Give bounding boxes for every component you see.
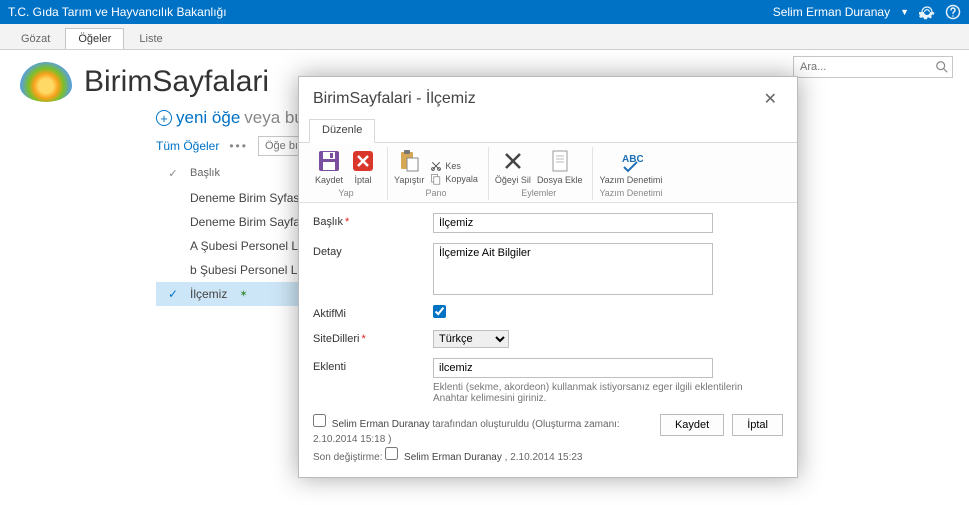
sitedilleri-select[interactable]: Türkçe <box>433 330 509 348</box>
row-check[interactable] <box>166 263 180 277</box>
search-icon[interactable] <box>935 60 949 74</box>
ribbon-tab-list[interactable]: Liste <box>126 28 175 49</box>
ribbon-copy-label: Kopyala <box>445 174 478 184</box>
new-item-rest: veya bu <box>244 108 304 128</box>
ribbon-group-yap: Yap <box>315 188 377 198</box>
ribbon-spellcheck-button[interactable]: ABC Yazım Denetimi <box>599 149 662 185</box>
close-icon[interactable]: ✕ <box>758 87 783 111</box>
audit-info: Selim Erman Duranay tarafından oluşturul… <box>313 414 650 465</box>
detay-textarea[interactable] <box>433 243 713 295</box>
plus-icon: + <box>156 110 172 126</box>
suite-title: T.C. Gıda Tarım ve Hayvancılık Bakanlığı <box>8 5 227 19</box>
row-label: Deneme Birim Syfası <box>190 191 303 205</box>
ribbon-cut-label: Kes <box>445 161 461 171</box>
ribbon-cancel-label: İptal <box>355 175 372 185</box>
field-label-eklenti: Eklenti <box>313 358 433 373</box>
view-allitems[interactable]: Tüm Öğeler <box>156 139 219 153</box>
column-title[interactable]: Başlık <box>190 167 220 179</box>
gear-icon[interactable] <box>919 4 935 20</box>
ribbon-attach-button[interactable]: Dosya Ekle <box>537 149 583 185</box>
ribbon-cut-button[interactable]: Kes <box>430 160 461 172</box>
ribbon-paste-label: Yapıştır <box>394 175 424 185</box>
eklenti-input[interactable] <box>433 358 713 378</box>
modified-label: Son değiştirme: <box>313 452 382 463</box>
ribbon-group-eylemler: Eylemler <box>495 188 583 198</box>
ribbon-spellcheck-label: Yazım Denetimi <box>599 175 662 185</box>
field-label-baslik: Başlık* <box>313 213 433 228</box>
suite-bar: T.C. Gıda Tarım ve Hayvancılık Bakanlığı… <box>0 0 969 24</box>
row-check[interactable]: ✓ <box>166 287 180 301</box>
audit-modified-checkbox[interactable] <box>385 447 398 460</box>
aktif-checkbox[interactable] <box>433 305 446 318</box>
ribbon-delete-button[interactable]: Öğeyi Sil <box>495 149 531 185</box>
view-more-icon[interactable]: ••• <box>229 139 248 153</box>
ribbon-group-pano: Pano <box>394 188 478 198</box>
baslik-input[interactable] <box>433 213 713 233</box>
eklenti-help-text: Eklenti (sekme, akordeon) kullanmak isti… <box>433 382 753 404</box>
dialog-tab-edit[interactable]: Düzenle <box>309 119 375 143</box>
field-label-sitedilleri: SiteDilleri* <box>313 330 433 345</box>
ribbon-copy-button[interactable]: Kopyala <box>430 173 478 185</box>
search-input[interactable] <box>793 56 953 78</box>
page-ribbon: Gözat Öğeler Liste <box>0 24 969 50</box>
ribbon-delete-label: Öğeyi Sil <box>495 175 531 185</box>
audit-created-checkbox[interactable] <box>313 414 326 427</box>
row-check[interactable] <box>166 215 180 229</box>
site-logo[interactable] <box>20 62 72 102</box>
ribbon-save-button[interactable]: Kaydet <box>315 149 343 185</box>
created-by-name: Selim Erman Duranay <box>332 419 430 430</box>
help-icon[interactable] <box>945 4 961 20</box>
field-label-detay: Detay <box>313 243 433 258</box>
save-button[interactable]: Kaydet <box>660 414 724 436</box>
new-item-label: yeni öğe <box>176 108 240 128</box>
edit-item-dialog: BirimSayfalari - İlçemiz ✕ Düzenle Kayde… <box>298 76 798 478</box>
ribbon-cancel-button[interactable]: İptal <box>349 149 377 185</box>
new-badge-icon: ✶ <box>239 289 247 300</box>
dialog-title: BirimSayfalari - İlçemiz <box>313 90 476 108</box>
user-menu[interactable]: Selim Erman Duranay <box>773 5 890 19</box>
ribbon-paste-button[interactable]: Yapıştır <box>394 149 424 185</box>
modified-by-name: Selim Erman Duranay <box>404 452 502 463</box>
ribbon-attach-label: Dosya Ekle <box>537 175 583 185</box>
row-check[interactable] <box>166 239 180 253</box>
search-box <box>793 56 953 78</box>
ribbon-group-spell: Yazım Denetimi <box>599 188 662 198</box>
row-check[interactable] <box>166 191 180 205</box>
page-title: BirimSayfalari <box>84 65 269 99</box>
cancel-button[interactable]: İptal <box>732 414 783 436</box>
chevron-down-icon[interactable]: ▼ <box>900 7 909 17</box>
dialog-ribbon: Kaydet İptal Yap Yapıştır Kes <box>299 143 797 203</box>
modified-at: , 2.10.2014 15:23 <box>505 452 583 463</box>
svg-text:ABC: ABC <box>622 154 643 165</box>
checkmark-icon[interactable]: ✓ <box>166 166 180 180</box>
ribbon-save-label: Kaydet <box>315 175 343 185</box>
ribbon-tab-items[interactable]: Öğeler <box>65 28 124 49</box>
field-label-aktif: AktifMi <box>313 305 433 320</box>
row-label: İlçemiz <box>190 287 227 301</box>
ribbon-tab-browse[interactable]: Gözat <box>8 28 63 49</box>
